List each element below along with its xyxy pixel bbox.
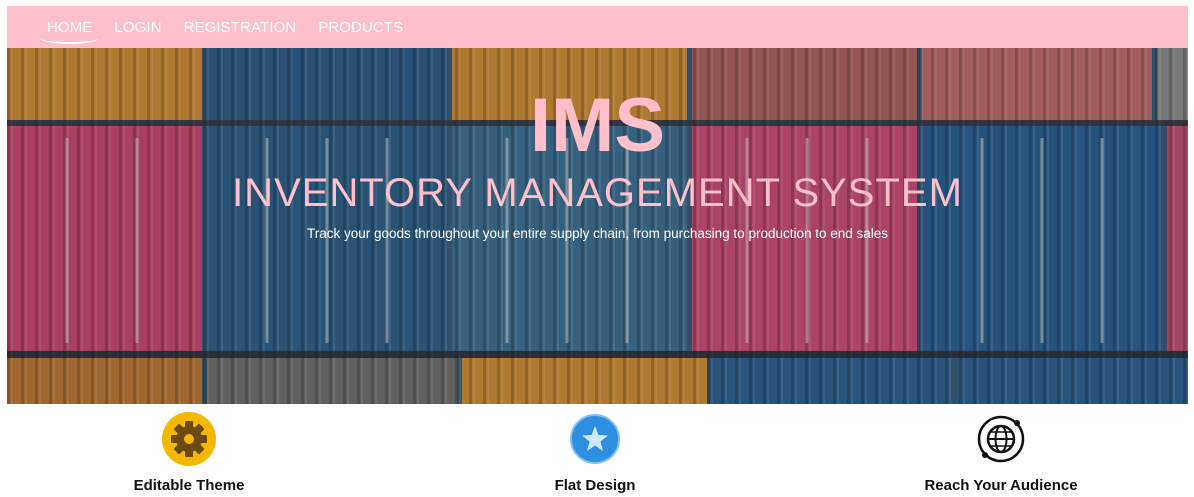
feature-label: Flat Design [554, 477, 636, 494]
hero-tagline: Track your goods throughout your entire … [306, 226, 889, 241]
feature-label: Editable Theme [133, 477, 245, 494]
hero-banner: IMS INVENTORY MANAGEMENT SYSTEM Track yo… [7, 48, 1188, 404]
nav-login[interactable]: LOGIN [114, 19, 161, 36]
nav-registration[interactable]: REGISTRATION [184, 19, 297, 36]
page: HOME LOGIN REGISTRATION PRODUCTS IMS INV… [7, 6, 1188, 497]
feature-label: Reach Your Audience [924, 477, 1078, 494]
globe-icon [977, 415, 1025, 463]
gear-icon [162, 412, 216, 466]
hero-text: IMS INVENTORY MANAGEMENT SYSTEM Track yo… [7, 48, 1188, 404]
features-section: Editable Theme Flat Design Reach Your Au… [7, 404, 1188, 497]
star-icon [570, 414, 620, 464]
nav-home[interactable]: HOME [40, 19, 99, 44]
nav-products[interactable]: PRODUCTS [318, 19, 403, 36]
hero-title: IMS [529, 83, 666, 168]
hero-subtitle: INVENTORY MANAGEMENT SYSTEM [232, 171, 963, 215]
top-navbar: HOME LOGIN REGISTRATION PRODUCTS [7, 6, 1188, 48]
